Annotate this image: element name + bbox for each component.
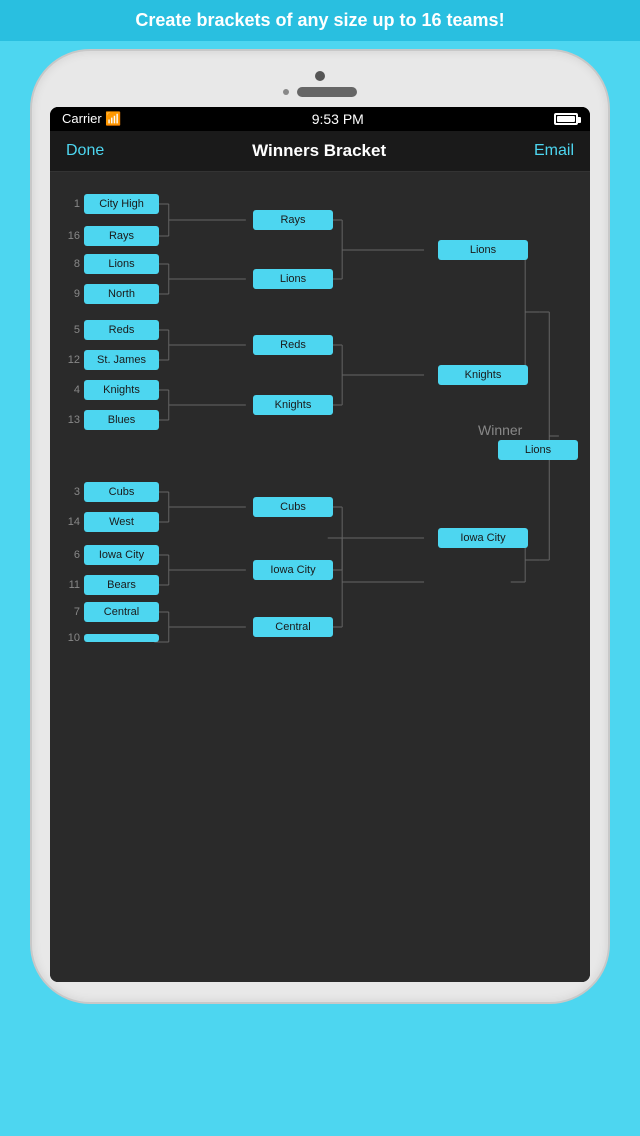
winner-label-area: Winner <box>478 422 530 438</box>
team-lions-r2: Lions <box>253 269 333 289</box>
team-reds-r2: Reds <box>253 335 333 355</box>
seed-14: 14 West <box>58 512 159 532</box>
team-lions-r1[interactable]: Lions <box>84 254 159 274</box>
seed-8: 8 Lions <box>58 254 159 274</box>
done-button[interactable]: Done <box>66 142 104 160</box>
team-cubs-r1[interactable]: Cubs <box>84 482 159 502</box>
team-blank-r1[interactable] <box>84 634 159 642</box>
screen: Carrier 📶 9:53 PM Done Winners Bracket E… <box>50 107 590 982</box>
team-iowacity-r1[interactable]: Iowa City <box>84 545 159 565</box>
seed-1: 1 City High <box>58 194 159 214</box>
team-north-r1[interactable]: North <box>84 284 159 304</box>
team-knights-r3: Knights <box>438 365 528 385</box>
time-text: 9:53 PM <box>312 111 364 127</box>
team-cubs-r2: Cubs <box>253 497 333 517</box>
phone-outer: Carrier 📶 9:53 PM Done Winners Bracket E… <box>30 49 610 1004</box>
team-central-r1[interactable]: Central <box>84 602 159 622</box>
phone-top <box>50 71 590 107</box>
seed-3: 3 Cubs <box>58 482 159 502</box>
promo-banner: Create brackets of any size up to 16 tea… <box>0 0 640 41</box>
speaker-icon <box>297 87 357 97</box>
seed-5: 5 Reds <box>58 320 159 340</box>
seed-12: 12 St. James <box>58 350 159 370</box>
team-west-r1[interactable]: West <box>84 512 159 532</box>
seed-13: 13 Blues <box>58 410 159 430</box>
team-reds-r1[interactable]: Reds <box>84 320 159 340</box>
seed-10: 10 <box>58 632 159 644</box>
team-rays-r1[interactable]: Rays <box>84 226 159 246</box>
team-lions-r3: Lions <box>438 240 528 260</box>
team-blues-r1[interactable]: Blues <box>84 410 159 430</box>
team-city-high[interactable]: City High <box>84 194 159 214</box>
team-central-r2: Central <box>253 617 333 637</box>
carrier-text: Carrier 📶 <box>62 111 122 127</box>
status-bar: Carrier 📶 9:53 PM <box>50 107 590 131</box>
team-iowacity-r2: Iowa City <box>253 560 333 580</box>
winner-box: Lions <box>498 440 578 460</box>
team-knights-r1[interactable]: Knights <box>84 380 159 400</box>
email-button[interactable]: Email <box>534 142 574 160</box>
seed-11: 11 Bears <box>58 575 159 595</box>
seed-4: 4 Knights <box>58 380 159 400</box>
bracket-area: 1 City High 16 Rays 8 Lions 9 North <box>50 172 590 982</box>
nav-title: Winners Bracket <box>252 141 386 161</box>
team-knights-r2: Knights <box>253 395 333 415</box>
nav-bar: Done Winners Bracket Email <box>50 131 590 172</box>
bracket-container: 1 City High 16 Rays 8 Lions 9 North <box>58 182 582 972</box>
seed-6: 6 Iowa City <box>58 545 159 565</box>
team-rays-r2: Rays <box>253 210 333 230</box>
seed-16: 16 Rays <box>58 226 159 246</box>
camera-icon <box>315 71 325 81</box>
team-stjames-r1[interactable]: St. James <box>84 350 159 370</box>
seed-9: 9 North <box>58 284 159 304</box>
team-bears-r1[interactable]: Bears <box>84 575 159 595</box>
team-iowacity-r3: Iowa City <box>438 528 528 548</box>
seed-7: 7 Central <box>58 602 159 622</box>
dot-icon <box>283 89 289 95</box>
battery-icon <box>554 113 578 125</box>
